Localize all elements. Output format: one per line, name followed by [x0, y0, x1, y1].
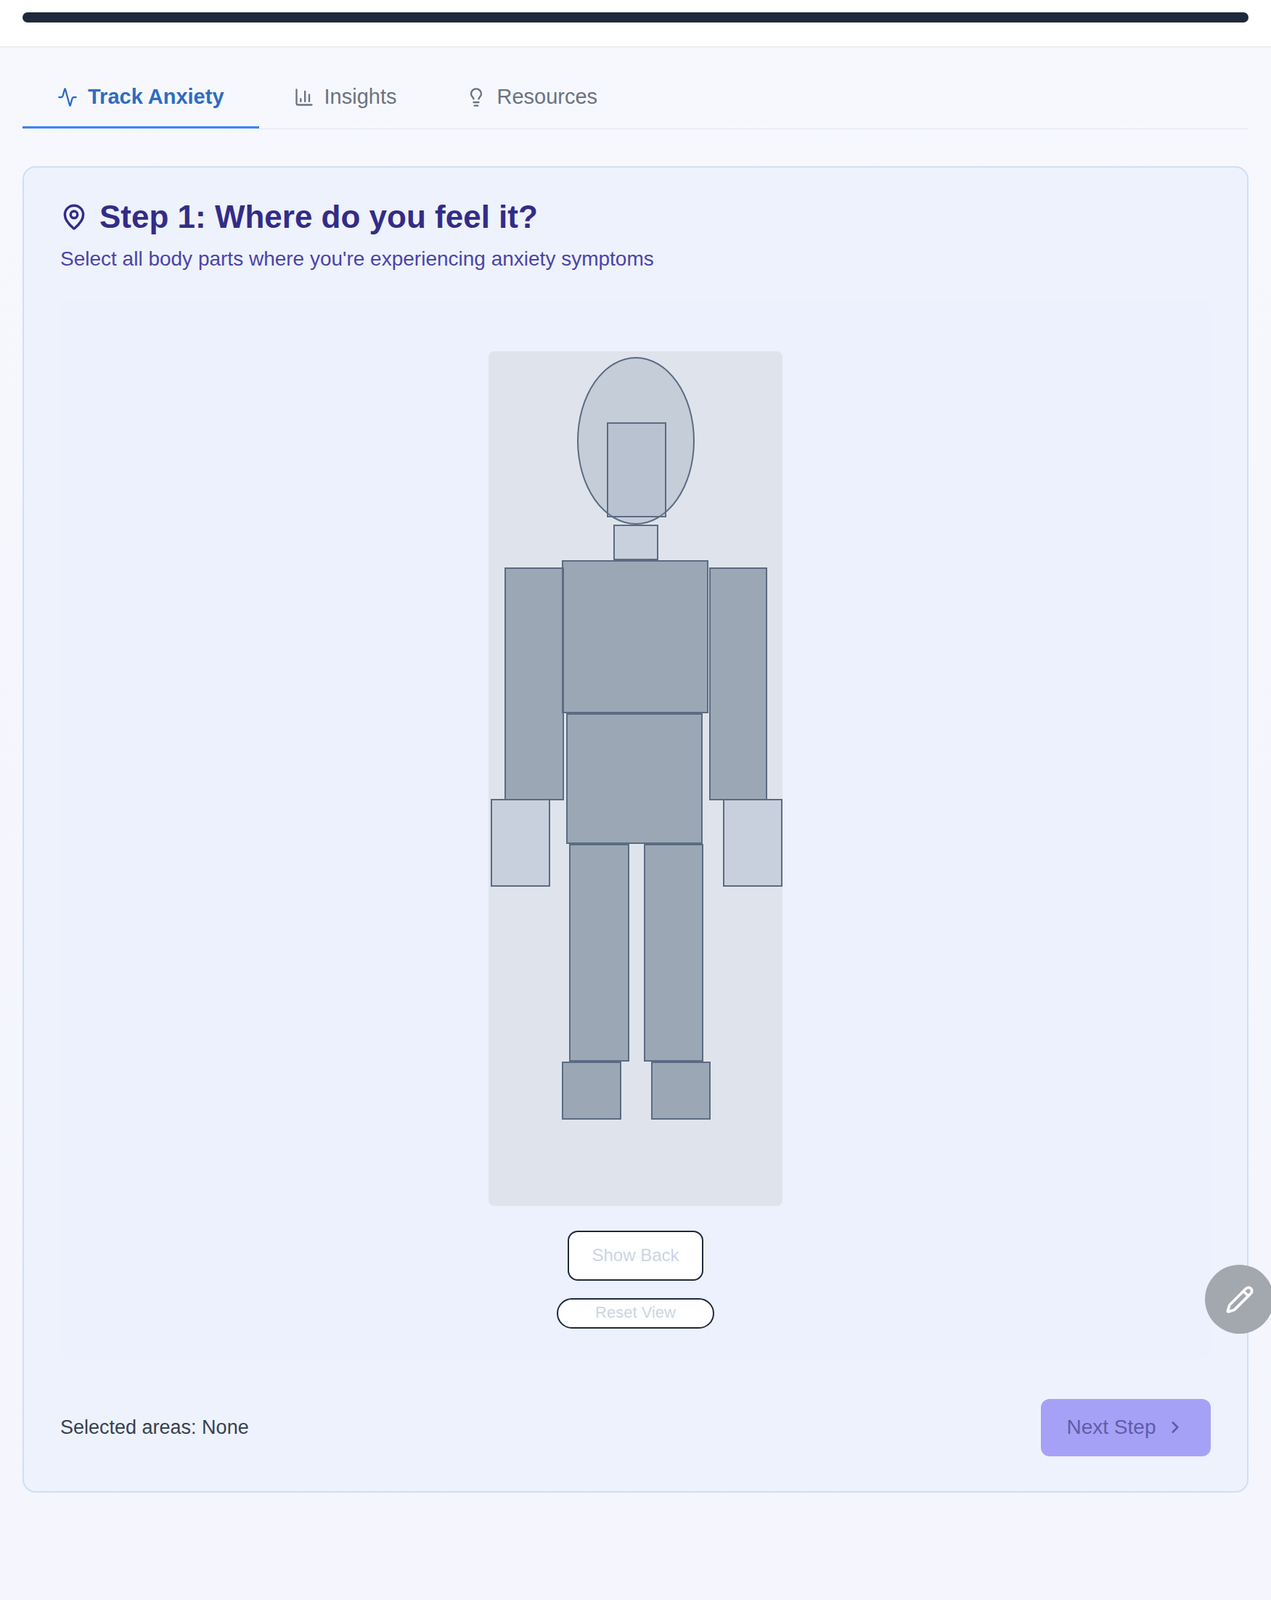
step-subtitle: Select all body parts where you're exper… [60, 246, 1211, 273]
left-leg-region[interactable] [569, 844, 630, 1062]
selected-areas-label: Selected areas: None [60, 1413, 249, 1444]
header [0, 0, 1271, 48]
face-region[interactable] [606, 422, 667, 518]
map-pin-icon [60, 203, 88, 231]
card-footer: Selected areas: None Next Step [60, 1399, 1211, 1457]
tab-bar: Track AnxietyInsightsResources [22, 72, 1249, 130]
pencil-icon [1225, 1285, 1255, 1315]
left-arm-region[interactable] [504, 567, 565, 801]
show-back-button[interactable]: Show Back [567, 1231, 704, 1282]
next-step-button: Next Step [1040, 1399, 1211, 1457]
app-page: Track AnxietyInsightsResources Step 1: Wh… [0, 0, 1271, 1600]
tab[interactable]: Track Anxiety [22, 72, 260, 129]
right-foot-region[interactable] [651, 1061, 711, 1121]
tab[interactable]: Insights [259, 72, 432, 129]
step-card: Step 1: Where do you feel it? Select all … [22, 166, 1249, 1494]
tab-icon [466, 87, 487, 108]
body-photo [488, 351, 783, 1207]
neck-region[interactable] [613, 524, 659, 561]
chest-region[interactable] [561, 560, 709, 714]
chevron-right-icon [1165, 1418, 1185, 1438]
left-hand-region[interactable] [490, 799, 551, 888]
top-progress-bar [22, 12, 1249, 23]
edit-fab[interactable] [1204, 1265, 1271, 1335]
abdomen-region[interactable] [566, 713, 703, 845]
body-map-panel: Show Back Reset View [60, 300, 1211, 1360]
tab-icon [57, 87, 78, 108]
tab-icon [293, 87, 315, 108]
left-foot-region[interactable] [561, 1061, 622, 1121]
right-hand-region[interactable] [722, 799, 783, 888]
right-leg-region[interactable] [643, 844, 704, 1062]
step-title: Step 1: Where do you feel it? [60, 198, 1211, 237]
right-arm-region[interactable] [709, 567, 768, 801]
tab[interactable]: Resources [431, 72, 633, 129]
reset-view-button[interactable]: Reset View [556, 1298, 715, 1330]
